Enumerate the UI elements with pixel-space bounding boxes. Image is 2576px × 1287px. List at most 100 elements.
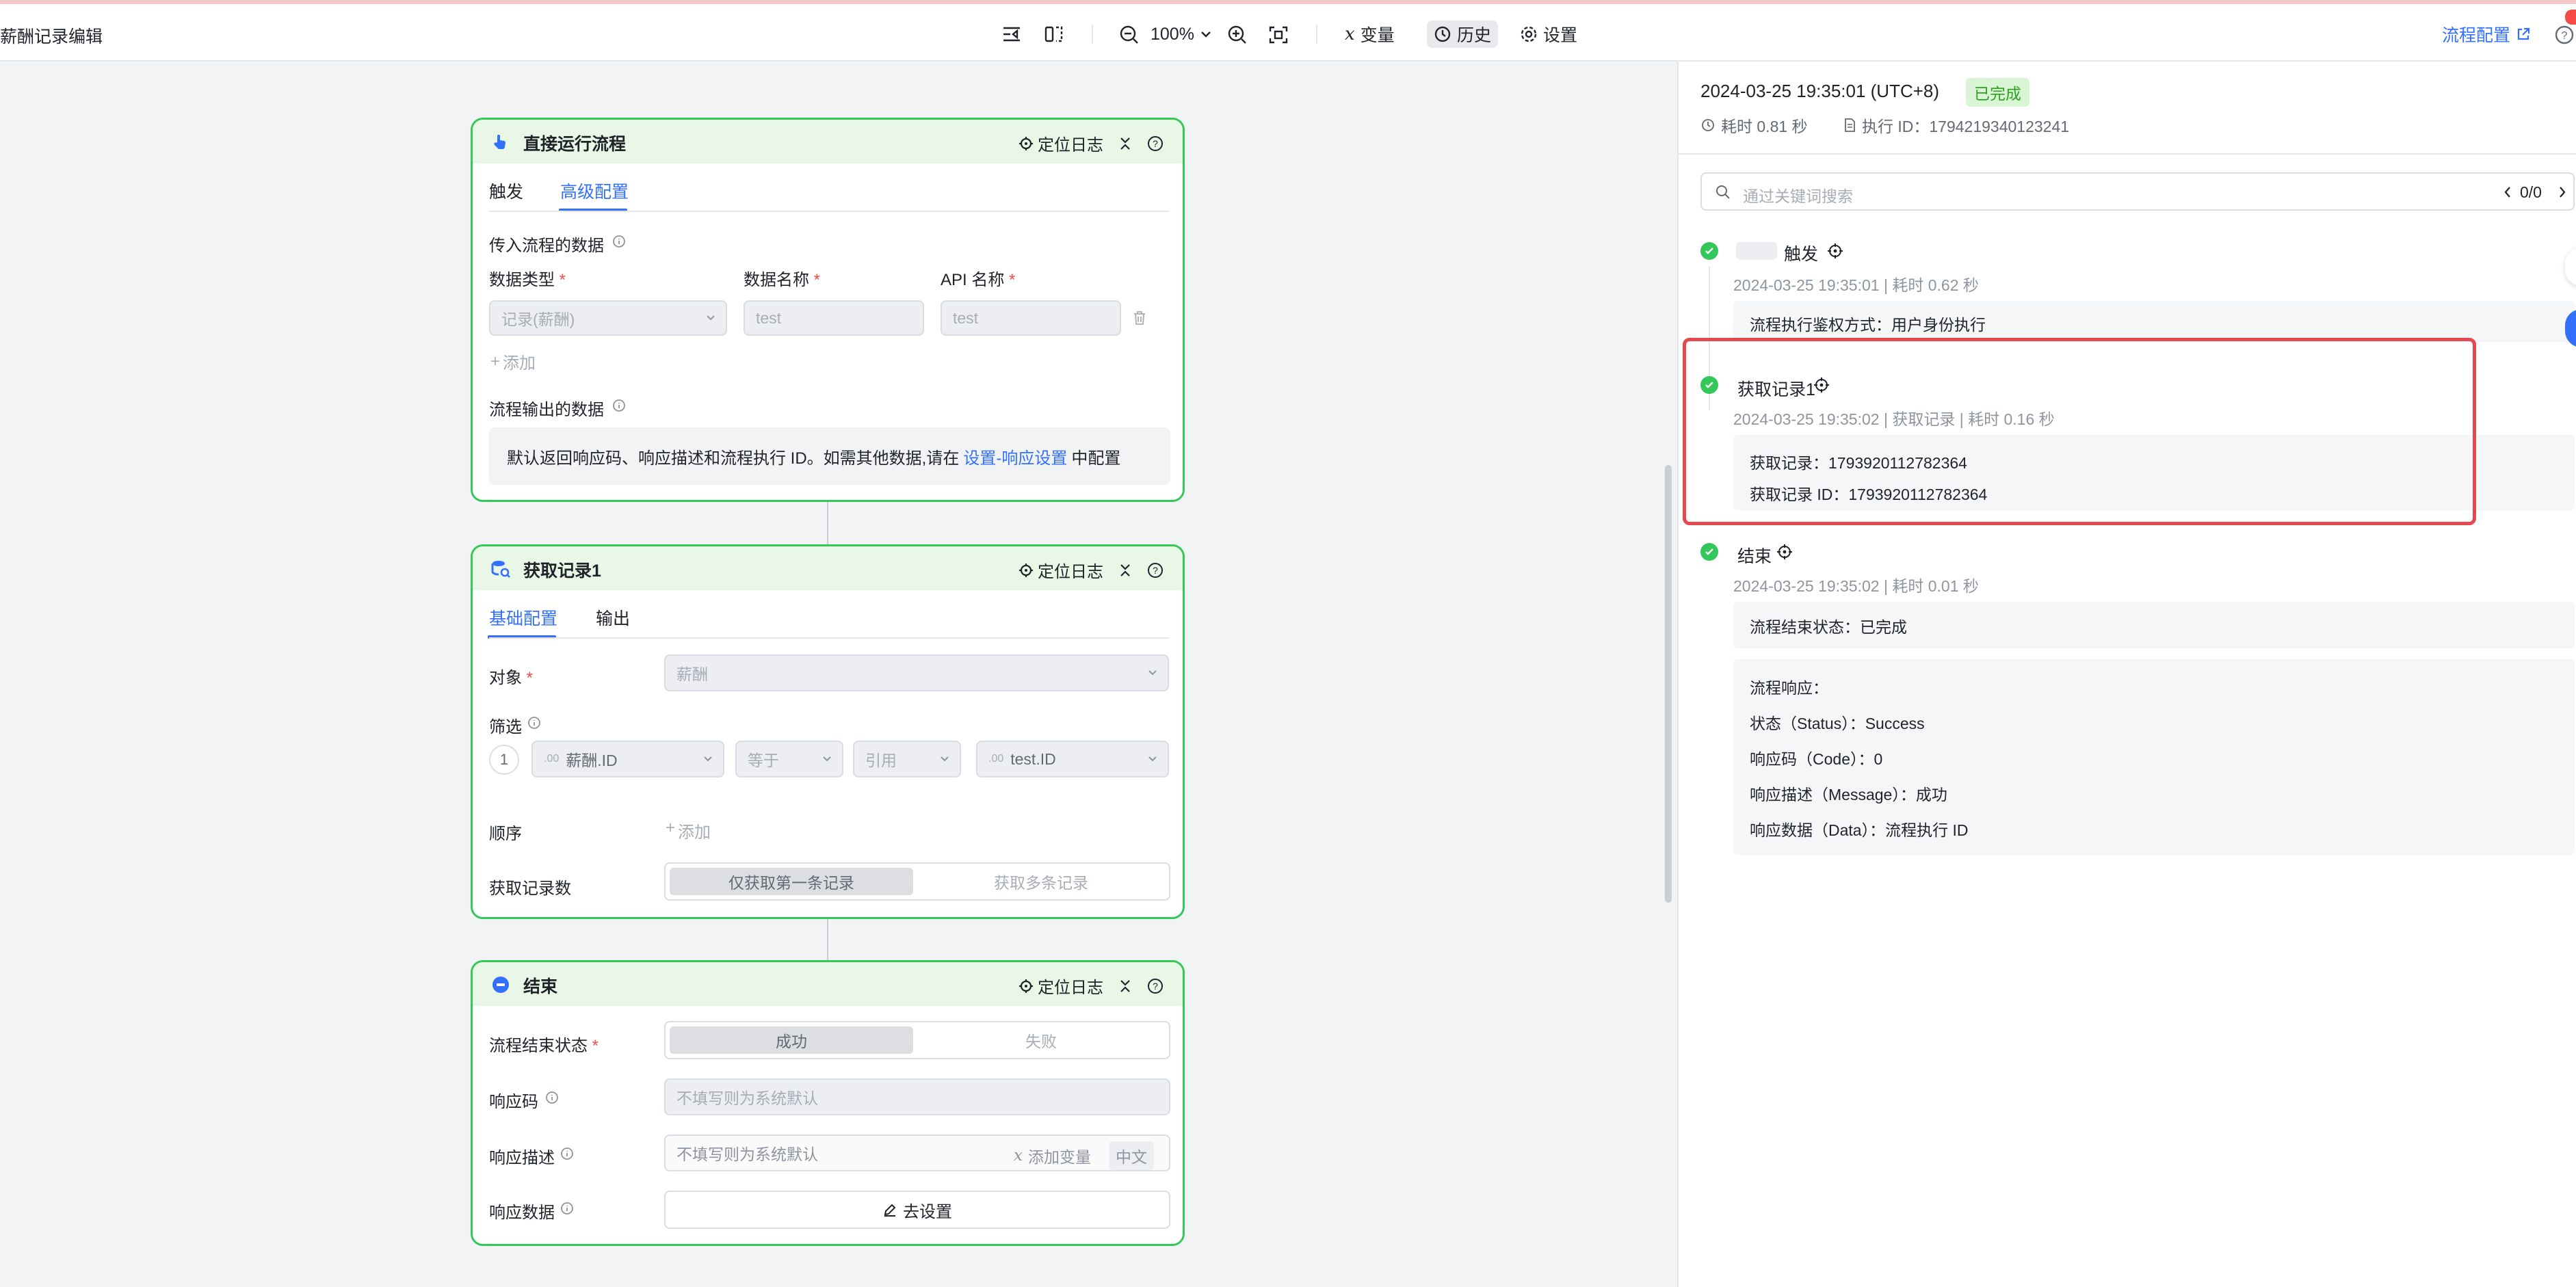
check-icon (1700, 242, 1718, 260)
info-icon (560, 1202, 574, 1215)
zoom-in-icon[interactable] (1227, 25, 1248, 45)
settings-button[interactable]: 设置 (1520, 21, 1577, 48)
svg-text:?: ? (1153, 981, 1158, 992)
history-button[interactable]: 历史 (1427, 21, 1499, 48)
filter-field-select[interactable]: .00 薪酬.ID (531, 741, 724, 778)
collapse-icon[interactable] (1118, 136, 1132, 151)
response-desc-input[interactable]: 不填写则为系统默认 𝑥 添加变量 中文 (664, 1135, 1170, 1171)
page-title: 薪酬记录编辑 (0, 27, 103, 47)
chevron-down-icon (702, 754, 713, 765)
search-result-count: 0/0 (2520, 183, 2542, 201)
get-records-node-card[interactable]: 获取记录1 定位日志 ? 基础配置 输出 对象 * 薪酬 筛选 1 .00 薪酬… (471, 544, 1185, 919)
zoom-select[interactable]: 100% (1151, 21, 1212, 48)
canvas-scrollbar[interactable] (1665, 465, 1672, 903)
history-label: 历史 (1457, 26, 1492, 45)
tab-advanced-config[interactable]: 高级配置 (560, 178, 629, 203)
tab-trigger[interactable]: 触发 (489, 178, 523, 203)
help-icon[interactable]: ? (1147, 562, 1164, 579)
history-icon (1434, 25, 1451, 43)
api-name-input[interactable]: test (941, 300, 1121, 336)
variable-icon: 𝑥 (1014, 1147, 1023, 1165)
log-search-input[interactable]: 通过关键词搜索 0/0 (1700, 172, 2575, 211)
add-variable-button[interactable]: 𝑥 添加变量 (1014, 1144, 1091, 1167)
step-title: 触发 (1784, 245, 1819, 264)
status-failure-option[interactable]: 失败 (917, 1026, 1165, 1054)
zoom-out-icon[interactable] (1119, 25, 1140, 45)
blurred-name (1736, 242, 1777, 260)
database-search-icon (490, 559, 511, 579)
output-note-text: 默认返回响应码、响应描述和流程执行 ID。如需其他数据,请在 (507, 449, 960, 468)
chevron-down-icon (822, 754, 832, 765)
prev-result-icon[interactable] (2502, 185, 2513, 200)
trash-icon[interactable] (1132, 310, 1147, 326)
status-success-option[interactable]: 成功 (670, 1026, 913, 1054)
filter-value-select[interactable]: .00 test.ID (976, 741, 1169, 778)
variable-icon: 𝑥 (1345, 24, 1355, 44)
card-header-actions: 定位日志 ? (1018, 131, 1164, 155)
filter-operator-select[interactable]: 等于 (735, 741, 843, 778)
translate-float-button[interactable] (2565, 248, 2576, 286)
help-icon[interactable]: ? (2554, 25, 2575, 45)
info-icon (545, 1091, 559, 1104)
filter-ref-select[interactable]: 引用 (853, 741, 961, 778)
help-icon[interactable]: ? (1147, 978, 1164, 994)
step-detail-box: 流程执行鉴权方式：用户身份执行 (1733, 301, 2575, 342)
svg-text:?: ? (2562, 30, 2568, 42)
collapse-icon[interactable] (1118, 563, 1132, 578)
response-desc-label: 响应描述 (489, 1149, 555, 1167)
crosshair-icon[interactable] (1776, 543, 1793, 561)
trigger-node-card[interactable]: 直接运行流程 定位日志 ? 触发 高级配置 传入流程的数据 数据类型 * 数据名… (471, 118, 1185, 502)
data-name-input[interactable]: test (744, 300, 924, 336)
locate-log-button[interactable]: 定位日志 (1018, 974, 1103, 998)
first-record-option[interactable]: 仅获取第一条记录 (670, 868, 913, 895)
flow-config-link[interactable]: 流程配置 (2442, 21, 2531, 48)
end-node-card[interactable]: 结束 定位日志 ? 流程结束状态 * 成功 失败 响应码 不填写则为系统默认 响… (471, 960, 1185, 1246)
fit-view-icon[interactable] (1268, 25, 1289, 45)
locate-log-label: 定位日志 (1038, 136, 1103, 155)
data-type-select[interactable]: 记录(薪酬) (489, 300, 727, 336)
object-select[interactable]: 薪酬 (664, 654, 1169, 691)
card-header-actions: 定位日志 ? (1018, 558, 1164, 582)
filter-ref-value: 引用 (865, 752, 897, 769)
filter-condition-index: 1 (489, 745, 519, 775)
data-type-value: 记录(薪酬) (501, 310, 575, 328)
hand-pointer-icon (490, 132, 510, 151)
variables-button[interactable]: 𝑥 变量 (1345, 21, 1395, 48)
locate-log-button[interactable]: 定位日志 (1018, 131, 1103, 155)
add-order-button[interactable]: + 添加 (666, 819, 711, 842)
step-meta: 2024-03-25 19:35:02 | 耗时 0.01 秒 (1733, 577, 1979, 595)
col-data-type-label: 数据类型 * (489, 271, 566, 289)
status-badge: 已完成 (1966, 78, 2029, 107)
response-code-placeholder: 不填写则为系统默认 (676, 1089, 818, 1107)
flow-connector (827, 502, 828, 544)
go-settings-button[interactable]: 去设置 (664, 1191, 1170, 1229)
response-settings-link[interactable]: 设置-响应设置 (963, 445, 1067, 468)
card-title: 直接运行流程 (523, 135, 627, 154)
collapse-icon[interactable] (1118, 979, 1132, 994)
response-title: 流程响应： (1750, 679, 1828, 697)
plus-icon: + (666, 819, 676, 837)
card-header-actions: 定位日志 ? (1018, 974, 1164, 998)
tab-output[interactable]: 输出 (596, 605, 630, 630)
col-api-name-label: API 名称 * (941, 271, 1016, 289)
panel-divider (1679, 153, 2576, 155)
add-label: 添加 (503, 354, 536, 373)
add-param-button[interactable]: + 添加 (490, 349, 536, 373)
edit-icon (882, 1202, 897, 1217)
object-label: 对象 * (489, 669, 534, 687)
crosshair-icon (1018, 979, 1034, 994)
layout-icon[interactable] (1044, 25, 1064, 44)
svg-text:?: ? (1153, 565, 1158, 576)
tab-basic-config[interactable]: 基础配置 (489, 605, 557, 630)
collapse-left-icon[interactable] (1001, 25, 1022, 44)
help-icon[interactable]: ? (1147, 135, 1164, 152)
multiple-records-option[interactable]: 获取多条记录 (917, 868, 1165, 895)
crosshair-icon[interactable] (1826, 242, 1844, 260)
locate-log-label: 定位日志 (1038, 563, 1103, 581)
response-code-input[interactable]: 不填写则为系统默认 (664, 1078, 1170, 1115)
output-note-box: 默认返回响应码、响应描述和流程执行 ID。如需其他数据,请在 设置-响应设置 中… (489, 427, 1170, 485)
next-result-icon[interactable] (2557, 185, 2568, 200)
chevron-down-icon (1200, 29, 1212, 39)
language-tag[interactable]: 中文 (1109, 1141, 1154, 1170)
locate-log-button[interactable]: 定位日志 (1018, 558, 1103, 582)
